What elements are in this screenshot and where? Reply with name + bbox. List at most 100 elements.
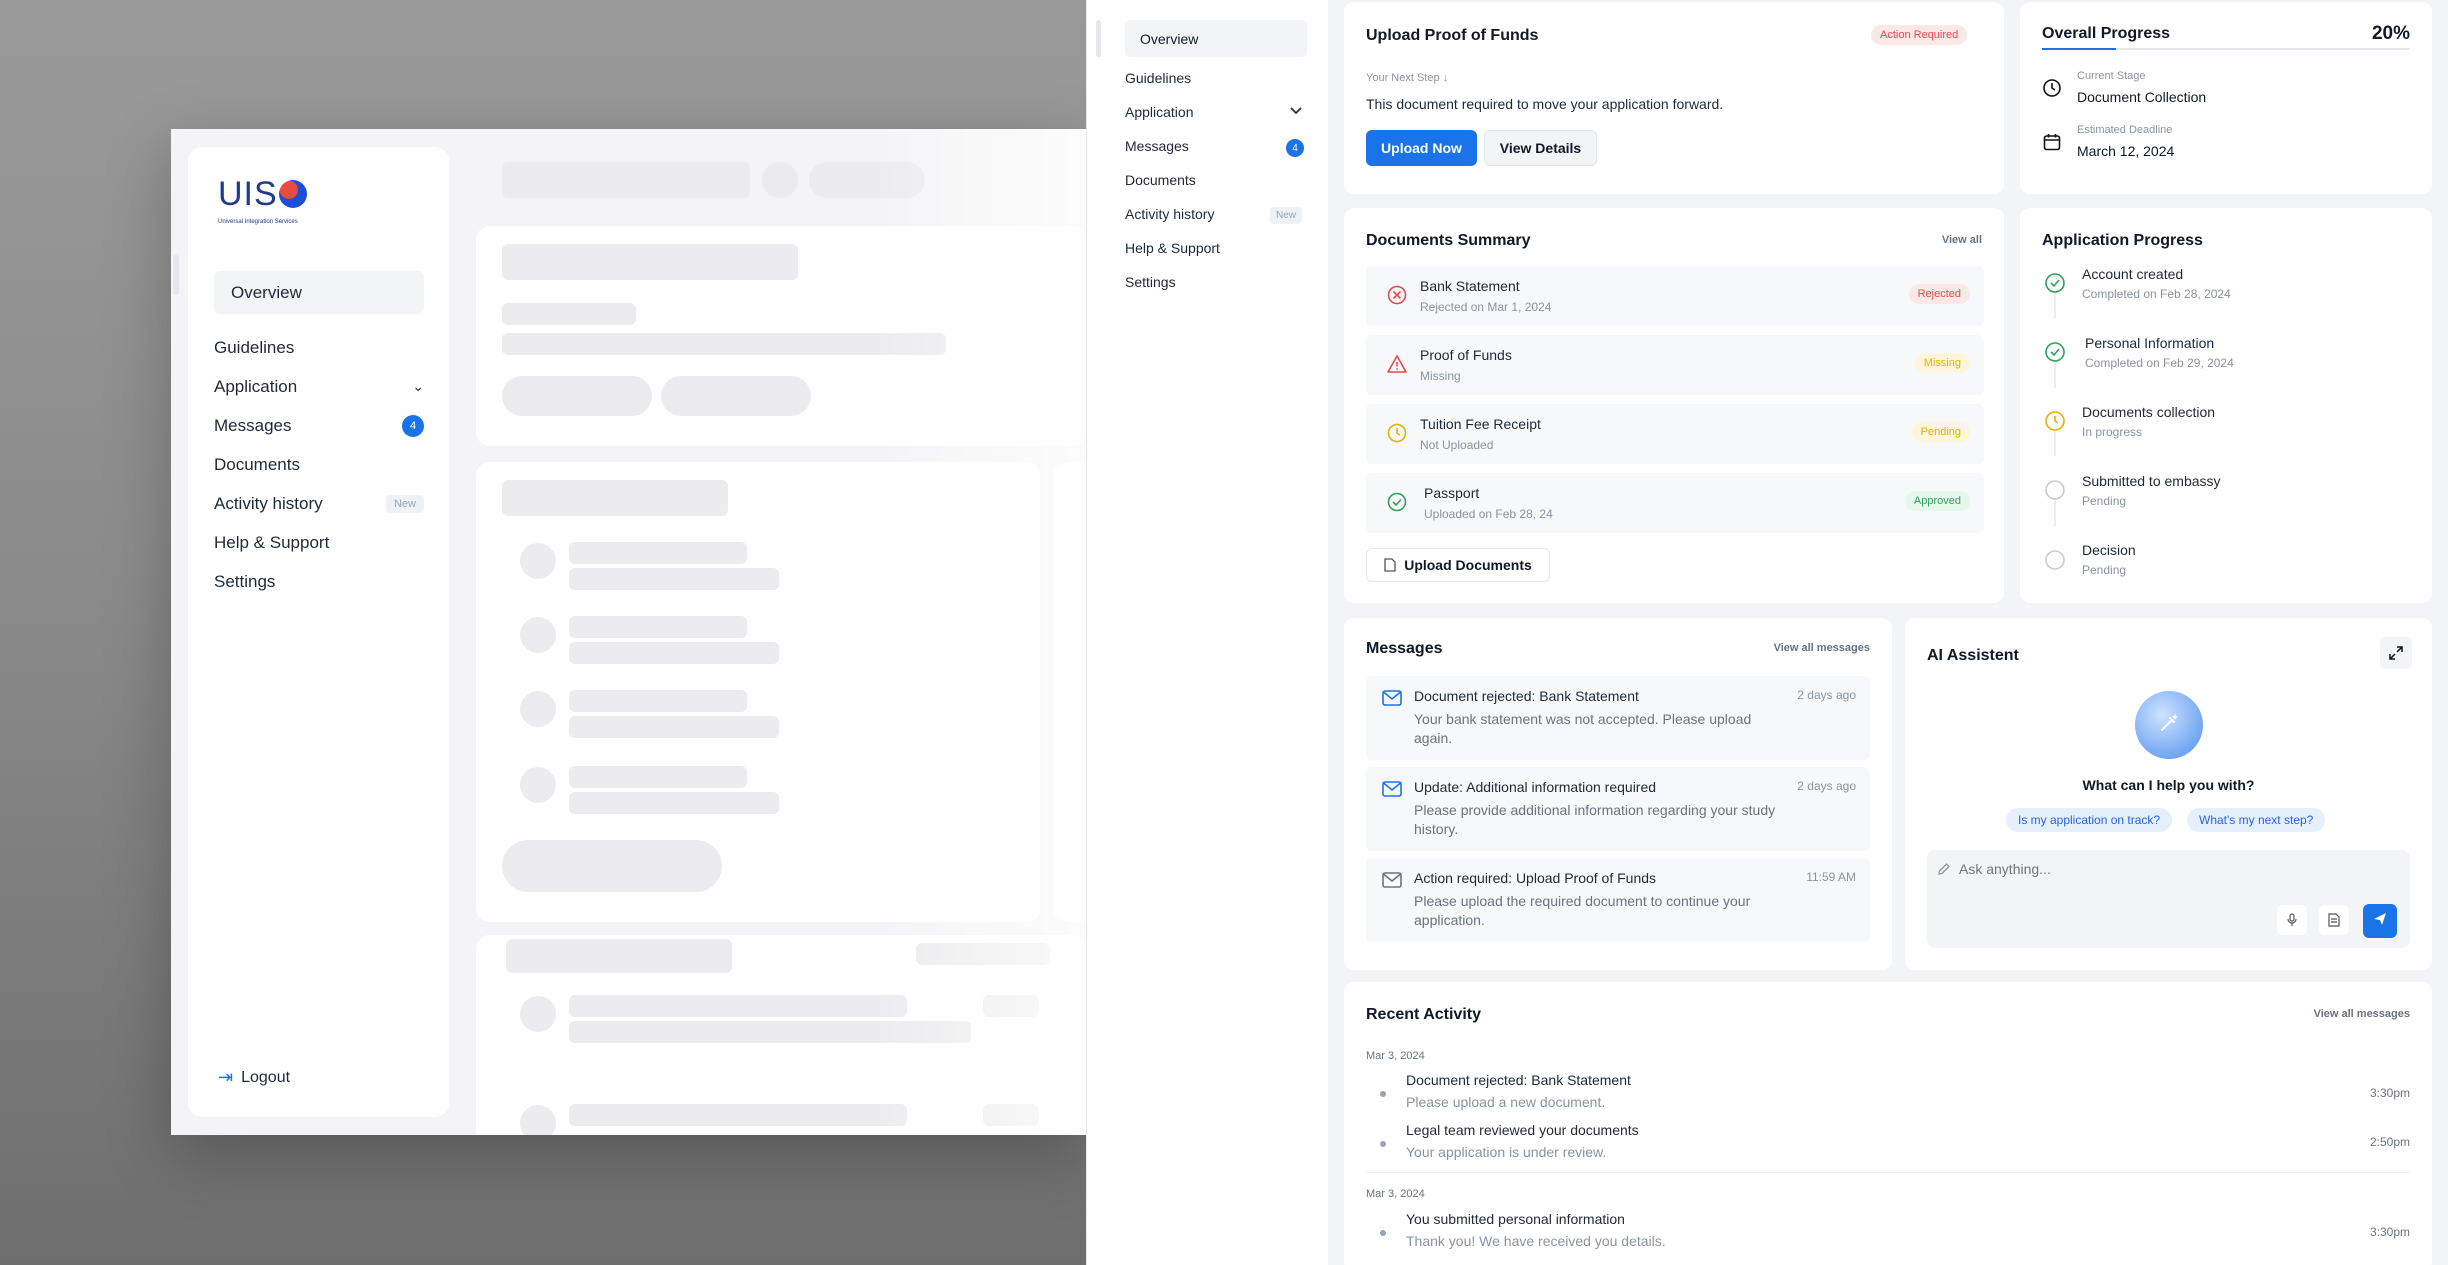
activity-detail: Please upload a new document. <box>1406 1094 1606 1110</box>
skeleton-block <box>569 568 779 590</box>
recent-activity-card: Recent Activity View all messages Mar 3,… <box>1344 982 2432 1265</box>
skeleton-block <box>502 480 728 516</box>
sidebar-item-label: Application <box>1125 104 1194 120</box>
bullet <box>1380 1091 1386 1097</box>
sidebar-item-overview[interactable]: Overview <box>1125 20 1307 57</box>
message-time: 2 days ago <box>1797 779 1856 793</box>
chevron-down-icon[interactable]: ⌄ <box>412 378 424 395</box>
activity-time: 3:30pm <box>2369 1086 2410 1100</box>
messages-card: Messages View all messages Document reje… <box>1344 618 1892 970</box>
active-marker <box>173 255 179 295</box>
skeleton-avatar <box>520 543 556 579</box>
sidebar-item-settings[interactable]: Settings <box>1125 274 1176 290</box>
sidebar-item-label: Guidelines <box>1125 70 1192 86</box>
preview-nav-guidelines[interactable]: Guidelines <box>214 328 424 367</box>
document-row[interactable]: Tuition Fee Receipt Not Uploaded Pending <box>1366 404 1984 464</box>
logout-button[interactable]: ⇥ Logout <box>218 1067 290 1088</box>
chat-input[interactable] <box>1959 858 2379 880</box>
skeleton-block <box>502 303 636 325</box>
overall-progress-card: Overall Progress 20% Current Stage Docum… <box>2020 2 2432 194</box>
message-title: Document rejected: Bank Statement <box>1414 688 1639 704</box>
next-step-description: This document required to move your appl… <box>1366 96 1724 112</box>
nav-label: Help & Support <box>214 532 330 552</box>
nav-label: Documents <box>214 454 300 474</box>
document-row[interactable]: Passport Uploaded on Feb 28, 24 Approved <box>1366 473 1984 533</box>
message-item[interactable]: Document rejected: Bank Statement Your b… <box>1366 676 1870 760</box>
activity-title: Document rejected: Bank Statement <box>1406 1072 1631 1088</box>
sidebar-item-guidelines[interactable]: Guidelines <box>1125 70 1191 86</box>
status-badge: Action Required <box>1871 25 1968 45</box>
check-circle-icon <box>2045 342 2065 362</box>
skeleton-block <box>502 333 946 355</box>
skeleton-card <box>1053 462 1086 922</box>
view-details-button[interactable]: View Details <box>1484 130 1597 166</box>
message-body: Please upload the required document to c… <box>1414 893 1751 928</box>
skeleton-block <box>569 616 747 638</box>
document-row[interactable]: Bank Statement Rejected on Mar 1, 2024 R… <box>1366 266 1984 326</box>
skeleton-block <box>569 642 779 664</box>
message-item[interactable]: Update: Additional information required … <box>1366 767 1870 851</box>
sidebar-item-application[interactable]: Application <box>1125 104 1194 120</box>
preview-nav-application[interactable]: Application ⌄ <box>214 367 424 406</box>
step-status: Pending <box>2082 494 2127 508</box>
sidebar-item-messages[interactable]: Messages <box>1125 138 1189 154</box>
warning-triangle-icon <box>1386 353 1408 375</box>
message-item[interactable]: Action required: Upload Proof of Funds P… <box>1366 858 1870 942</box>
skeleton-block <box>569 542 747 564</box>
document-row[interactable]: Proof of Funds Missing Missing <box>1366 335 1984 395</box>
chat-input-box[interactable] <box>1927 850 2410 948</box>
x-circle-icon <box>1386 284 1408 306</box>
pencil-icon <box>1937 862 1951 881</box>
expand-icon[interactable] <box>2380 637 2412 669</box>
suggestion-chip[interactable]: Is my application on track? <box>2006 808 2173 832</box>
skeleton-block <box>502 162 750 198</box>
sidebar-item-help[interactable]: Help & Support <box>1125 240 1220 256</box>
sidebar-item-activity-history[interactable]: Activity history <box>1125 206 1214 222</box>
preview-nav-settings[interactable]: Settings <box>214 562 424 601</box>
message-count-badge: 4 <box>402 414 424 437</box>
view-all-messages-link[interactable]: View all messages <box>1774 642 1870 654</box>
message-time: 2 days ago <box>1797 688 1856 702</box>
sidebar-item-label: Help & Support <box>1125 240 1220 256</box>
calendar-icon <box>2042 132 2062 152</box>
sidebar-item-label: Settings <box>1125 274 1176 290</box>
preview-nav-documents[interactable]: Documents <box>214 445 424 484</box>
bullet <box>1380 1141 1386 1147</box>
attach-document-icon[interactable] <box>2319 905 2349 935</box>
upload-documents-button[interactable]: Upload Documents <box>1366 548 1550 582</box>
check-circle-icon <box>1386 491 1408 513</box>
chevron-down-icon[interactable] <box>1289 104 1303 119</box>
next-step-label: Your Next Step ↓ <box>1366 72 1449 84</box>
skeleton-block <box>569 1021 971 1043</box>
preview-nav-help[interactable]: Help & Support <box>214 523 424 562</box>
preview-nav-activity[interactable]: Activity history New <box>214 484 424 523</box>
send-button[interactable] <box>2363 904 2397 938</box>
step-status: In progress <box>2082 425 2143 439</box>
envelope-icon <box>1382 690 1402 706</box>
activity-detail: Your application is under review. <box>1406 1144 1607 1160</box>
nav-label: Messages <box>214 415 292 435</box>
card-title: Overall Progress <box>2042 25 2171 42</box>
activity-detail: Thank you! We have received you details. <box>1406 1233 1666 1249</box>
step-title: Submitted to embassy <box>2082 473 2221 489</box>
card-title: Messages <box>1366 640 1443 657</box>
assistant-avatar <box>2135 691 2203 759</box>
card-title: Upload Proof of Funds <box>1366 27 1539 44</box>
preview-nav-overview[interactable]: Overview <box>214 271 424 314</box>
card-title: AI Assistent <box>1927 647 2019 664</box>
view-all-link[interactable]: View all <box>1942 234 1982 246</box>
upload-now-button[interactable]: Upload Now <box>1366 130 1477 166</box>
nav-label: Settings <box>214 571 276 591</box>
sidebar-item-documents[interactable]: Documents <box>1125 172 1196 188</box>
sparkle-pen-icon <box>2157 711 2181 740</box>
microphone-icon[interactable] <box>2277 905 2307 935</box>
activity-time: 2:50pm <box>2369 1135 2410 1149</box>
suggestion-chip[interactable]: What's my next step? <box>2187 808 2326 832</box>
sidebar-item-label: Overview <box>1140 30 1199 47</box>
sidebar-item-label: Messages <box>1125 138 1189 154</box>
pending-circle-icon <box>2045 480 2065 500</box>
preview-nav-messages[interactable]: Messages 4 <box>214 406 424 445</box>
view-all-activity-link[interactable]: View all messages <box>2314 1008 2410 1020</box>
message-body: Your bank statement was not accepted. Pl… <box>1414 711 1752 746</box>
progress-timeline <box>2045 273 2065 570</box>
